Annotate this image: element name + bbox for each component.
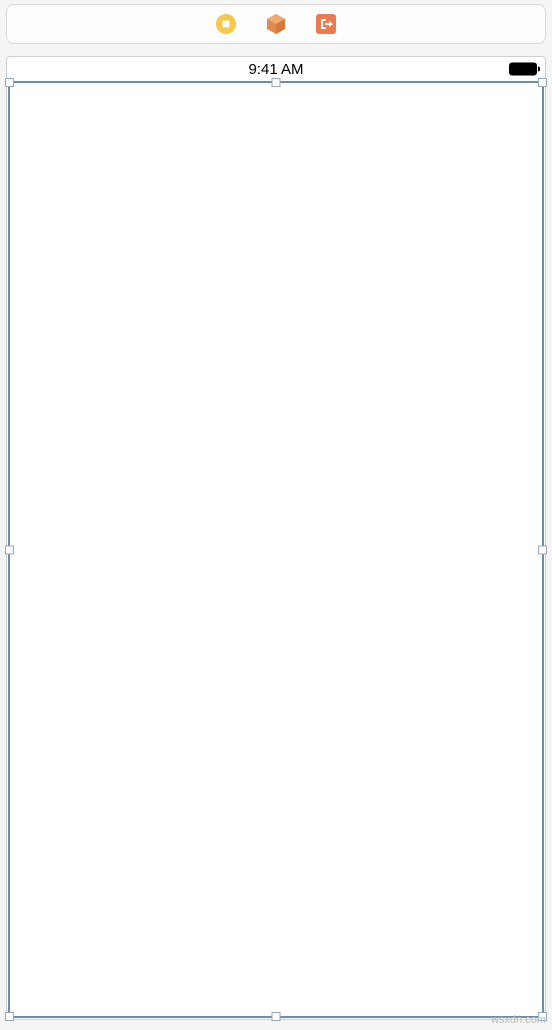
resize-handle-middle-right[interactable] bbox=[538, 545, 547, 554]
device-canvas[interactable]: 9:41 AM bbox=[6, 56, 546, 1020]
status-time: 9:41 AM bbox=[248, 61, 303, 78]
battery-icon bbox=[509, 63, 537, 76]
view-controller-icon[interactable] bbox=[215, 13, 237, 35]
resize-handle-top-left[interactable] bbox=[5, 78, 14, 87]
first-responder-icon[interactable] bbox=[265, 13, 287, 35]
resize-handle-top-right[interactable] bbox=[538, 78, 547, 87]
resize-handle-middle-left[interactable] bbox=[5, 545, 14, 554]
selected-root-view[interactable] bbox=[8, 81, 544, 1018]
watermark: wsxdn.com bbox=[491, 1014, 546, 1026]
resize-handle-bottom-center[interactable] bbox=[272, 1012, 281, 1021]
resize-handle-top-center[interactable] bbox=[272, 78, 281, 87]
scene-toolbar bbox=[6, 4, 546, 44]
resize-handle-bottom-left[interactable] bbox=[5, 1012, 14, 1021]
exit-icon[interactable] bbox=[315, 13, 337, 35]
